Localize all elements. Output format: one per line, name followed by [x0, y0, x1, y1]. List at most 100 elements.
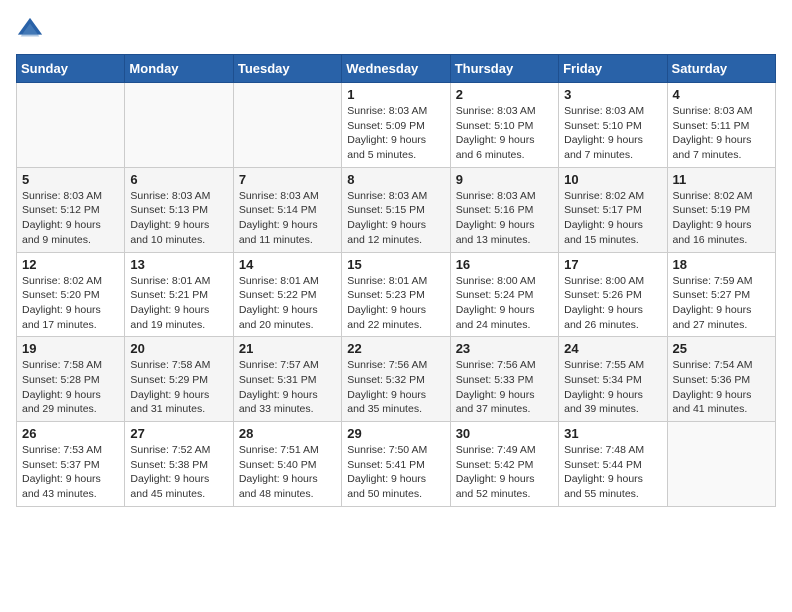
calendar-cell: 16 Sunrise: 8:00 AMSunset: 5:24 PMDayligh…: [450, 252, 558, 337]
day-number: 4: [673, 87, 770, 102]
day-info: Sunrise: 8:01 AMSunset: 5:22 PMDaylight:…: [239, 274, 336, 333]
day-info: Sunrise: 8:03 AMSunset: 5:10 PMDaylight:…: [456, 104, 553, 163]
day-info: Sunrise: 7:55 AMSunset: 5:34 PMDaylight:…: [564, 358, 661, 417]
day-number: 25: [673, 341, 770, 356]
weekday-header-sunday: Sunday: [17, 55, 125, 83]
day-info: Sunrise: 7:56 AMSunset: 5:32 PMDaylight:…: [347, 358, 444, 417]
day-number: 15: [347, 257, 444, 272]
calendar-cell: 25 Sunrise: 7:54 AMSunset: 5:36 PMDayligh…: [667, 337, 775, 422]
weekday-header-thursday: Thursday: [450, 55, 558, 83]
weekday-header-friday: Friday: [559, 55, 667, 83]
day-info: Sunrise: 7:54 AMSunset: 5:36 PMDaylight:…: [673, 358, 770, 417]
day-number: 7: [239, 172, 336, 187]
day-number: 9: [456, 172, 553, 187]
day-number: 21: [239, 341, 336, 356]
calendar-week-row: 1Sunrise: 8:03 AMSunset: 5:09 PMDaylight…: [17, 83, 776, 168]
day-info: Sunrise: 8:00 AMSunset: 5:26 PMDaylight:…: [564, 274, 661, 333]
calendar-cell: 9 Sunrise: 8:03 AMSunset: 5:16 PMDaylight…: [450, 167, 558, 252]
page-header: [16, 16, 776, 44]
day-number: 23: [456, 341, 553, 356]
calendar-cell: 20Sunrise: 7:58 AMSunset: 5:29 PMDayligh…: [125, 337, 233, 422]
day-number: 26: [22, 426, 119, 441]
calendar-cell: [17, 83, 125, 168]
calendar-cell: 11 Sunrise: 8:02 AMSunset: 5:19 PMDayligh…: [667, 167, 775, 252]
day-number: 11: [673, 172, 770, 187]
day-number: 3: [564, 87, 661, 102]
day-info: Sunrise: 7:49 AMSunset: 5:42 PMDaylight:…: [456, 443, 553, 502]
calendar-cell: 19Sunrise: 7:58 AMSunset: 5:28 PMDayligh…: [17, 337, 125, 422]
calendar-week-row: 5 Sunrise: 8:03 AMSunset: 5:12 PMDaylight…: [17, 167, 776, 252]
calendar-cell: 15 Sunrise: 8:01 AMSunset: 5:23 PMDayligh…: [342, 252, 450, 337]
calendar-cell: [667, 422, 775, 507]
calendar-cell: 21 Sunrise: 7:57 AMSunset: 5:31 PMDayligh…: [233, 337, 341, 422]
weekday-header-monday: Monday: [125, 55, 233, 83]
calendar-cell: 12 Sunrise: 8:02 AMSunset: 5:20 PMDayligh…: [17, 252, 125, 337]
calendar-cell: 17 Sunrise: 8:00 AMSunset: 5:26 PMDayligh…: [559, 252, 667, 337]
day-number: 29: [347, 426, 444, 441]
day-number: 28: [239, 426, 336, 441]
day-info: Sunrise: 8:03 AMSunset: 5:13 PMDaylight:…: [130, 189, 227, 248]
day-info: Sunrise: 7:57 AMSunset: 5:31 PMDaylight:…: [239, 358, 336, 417]
day-number: 5: [22, 172, 119, 187]
calendar-table: SundayMondayTuesdayWednesdayThursdayFrid…: [16, 54, 776, 507]
day-number: 17: [564, 257, 661, 272]
day-number: 31: [564, 426, 661, 441]
day-number: 18: [673, 257, 770, 272]
day-info: Sunrise: 8:03 AMSunset: 5:11 PMDaylight:…: [673, 104, 770, 163]
day-info: Sunrise: 8:01 AMSunset: 5:21 PMDaylight:…: [130, 274, 227, 333]
calendar-cell: 22 Sunrise: 7:56 AMSunset: 5:32 PMDayligh…: [342, 337, 450, 422]
weekday-header-row: SundayMondayTuesdayWednesdayThursdayFrid…: [17, 55, 776, 83]
day-number: 6: [130, 172, 227, 187]
day-number: 16: [456, 257, 553, 272]
calendar-cell: 28 Sunrise: 7:51 AMSunset: 5:40 PMDayligh…: [233, 422, 341, 507]
day-info: Sunrise: 8:02 AMSunset: 5:19 PMDaylight:…: [673, 189, 770, 248]
day-number: 30: [456, 426, 553, 441]
day-number: 1: [347, 87, 444, 102]
calendar-cell: 6 Sunrise: 8:03 AMSunset: 5:13 PMDaylight…: [125, 167, 233, 252]
calendar-cell: 18Sunrise: 7:59 AMSunset: 5:27 PMDayligh…: [667, 252, 775, 337]
day-info: Sunrise: 7:50 AMSunset: 5:41 PMDaylight:…: [347, 443, 444, 502]
calendar-cell: 26 Sunrise: 7:53 AMSunset: 5:37 PMDayligh…: [17, 422, 125, 507]
day-info: Sunrise: 8:01 AMSunset: 5:23 PMDaylight:…: [347, 274, 444, 333]
day-info: Sunrise: 8:03 AMSunset: 5:14 PMDaylight:…: [239, 189, 336, 248]
day-number: 22: [347, 341, 444, 356]
calendar-cell: 30 Sunrise: 7:49 AMSunset: 5:42 PMDayligh…: [450, 422, 558, 507]
day-number: 10: [564, 172, 661, 187]
calendar-cell: 5 Sunrise: 8:03 AMSunset: 5:12 PMDaylight…: [17, 167, 125, 252]
calendar-cell: 13 Sunrise: 8:01 AMSunset: 5:21 PMDayligh…: [125, 252, 233, 337]
calendar-cell: 4 Sunrise: 8:03 AMSunset: 5:11 PMDaylight…: [667, 83, 775, 168]
day-number: 14: [239, 257, 336, 272]
day-info: Sunrise: 7:48 AMSunset: 5:44 PMDaylight:…: [564, 443, 661, 502]
day-number: 8: [347, 172, 444, 187]
day-info: Sunrise: 8:03 AMSunset: 5:12 PMDaylight:…: [22, 189, 119, 248]
calendar-cell: 3Sunrise: 8:03 AMSunset: 5:10 PMDaylight…: [559, 83, 667, 168]
calendar-cell: 7 Sunrise: 8:03 AMSunset: 5:14 PMDaylight…: [233, 167, 341, 252]
calendar-cell: 31 Sunrise: 7:48 AMSunset: 5:44 PMDayligh…: [559, 422, 667, 507]
day-number: 24: [564, 341, 661, 356]
weekday-header-tuesday: Tuesday: [233, 55, 341, 83]
day-number: 12: [22, 257, 119, 272]
calendar-cell: [125, 83, 233, 168]
day-number: 20: [130, 341, 227, 356]
day-info: Sunrise: 8:00 AMSunset: 5:24 PMDaylight:…: [456, 274, 553, 333]
calendar-cell: [233, 83, 341, 168]
day-info: Sunrise: 8:03 AMSunset: 5:15 PMDaylight:…: [347, 189, 444, 248]
calendar-cell: 1Sunrise: 8:03 AMSunset: 5:09 PMDaylight…: [342, 83, 450, 168]
day-number: 13: [130, 257, 227, 272]
day-info: Sunrise: 7:53 AMSunset: 5:37 PMDaylight:…: [22, 443, 119, 502]
day-info: Sunrise: 7:56 AMSunset: 5:33 PMDaylight:…: [456, 358, 553, 417]
logo: [16, 16, 48, 44]
day-number: 27: [130, 426, 227, 441]
day-info: Sunrise: 8:02 AMSunset: 5:20 PMDaylight:…: [22, 274, 119, 333]
day-number: 2: [456, 87, 553, 102]
calendar-week-row: 12 Sunrise: 8:02 AMSunset: 5:20 PMDayligh…: [17, 252, 776, 337]
day-info: Sunrise: 8:03 AMSunset: 5:16 PMDaylight:…: [456, 189, 553, 248]
calendar-cell: 23 Sunrise: 7:56 AMSunset: 5:33 PMDayligh…: [450, 337, 558, 422]
calendar-cell: 24 Sunrise: 7:55 AMSunset: 5:34 PMDayligh…: [559, 337, 667, 422]
calendar-week-row: 26 Sunrise: 7:53 AMSunset: 5:37 PMDayligh…: [17, 422, 776, 507]
day-info: Sunrise: 7:51 AMSunset: 5:40 PMDaylight:…: [239, 443, 336, 502]
logo-icon: [16, 16, 44, 44]
calendar-cell: 27Sunrise: 7:52 AMSunset: 5:38 PMDayligh…: [125, 422, 233, 507]
day-info: Sunrise: 7:58 AMSunset: 5:28 PMDaylight:…: [22, 358, 119, 417]
calendar-cell: 14 Sunrise: 8:01 AMSunset: 5:22 PMDayligh…: [233, 252, 341, 337]
